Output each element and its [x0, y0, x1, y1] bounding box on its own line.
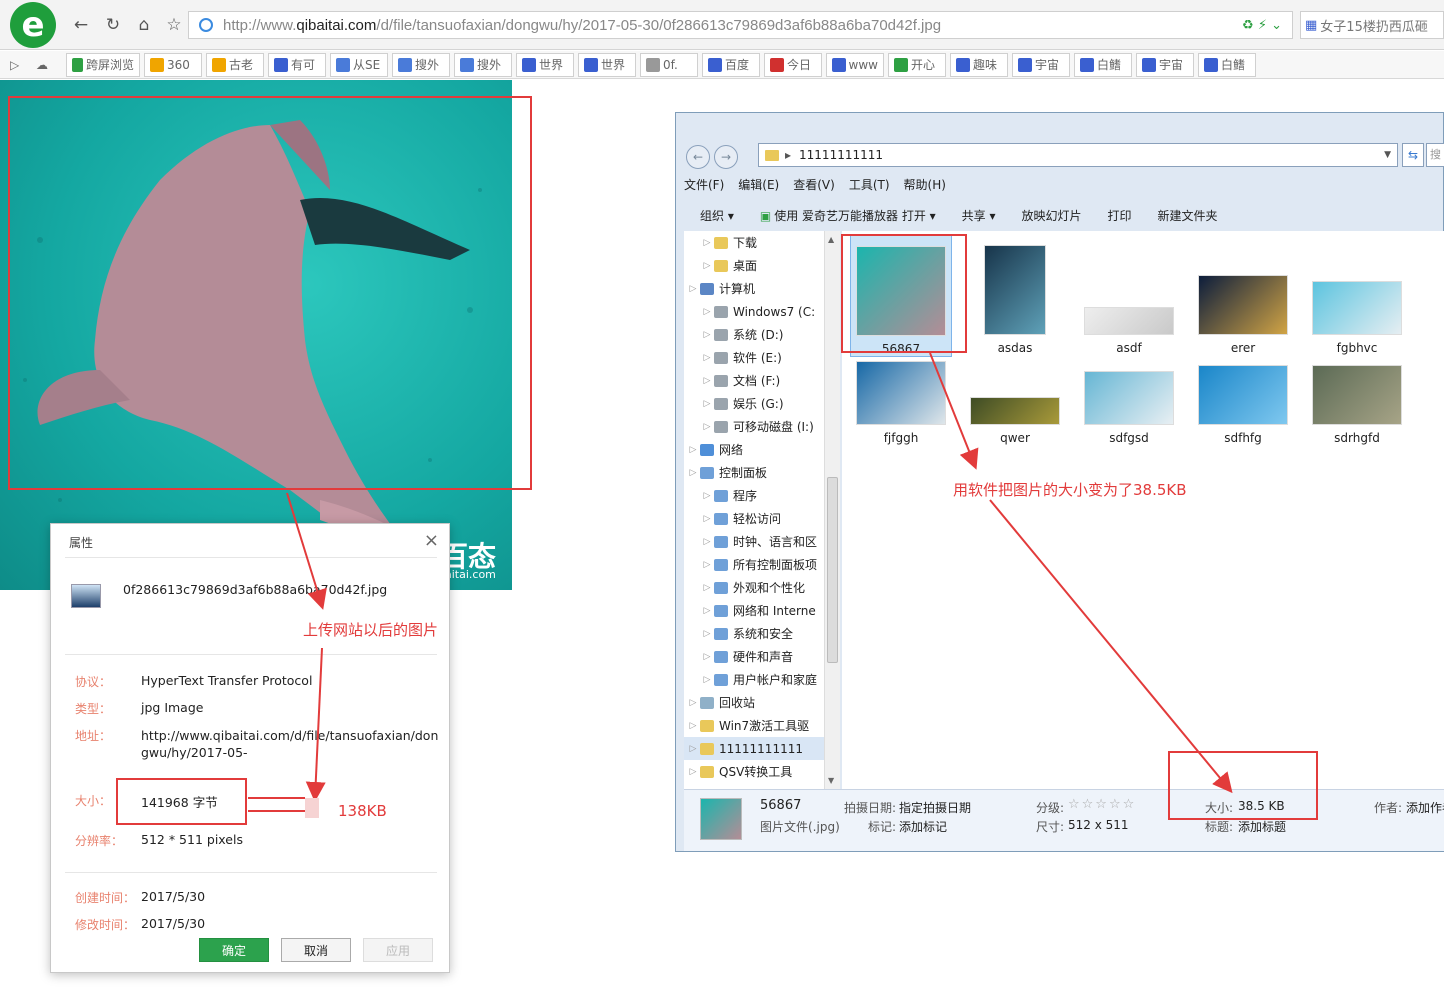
arrow-to-resize-note	[929, 352, 979, 470]
annotation-arrows	[248, 352, 1233, 818]
uploaded-note: 上传网站以后的图片	[303, 621, 439, 639]
size-mark	[305, 798, 319, 818]
resize-note: 用软件把图片的大小变为了38.5KB	[953, 481, 1187, 499]
arrow-to-status-size	[989, 499, 1233, 794]
arrow-to-dialog	[286, 492, 327, 610]
size-kb-note: 138KB	[338, 802, 387, 820]
arrow-to-size-mark	[305, 647, 326, 802]
